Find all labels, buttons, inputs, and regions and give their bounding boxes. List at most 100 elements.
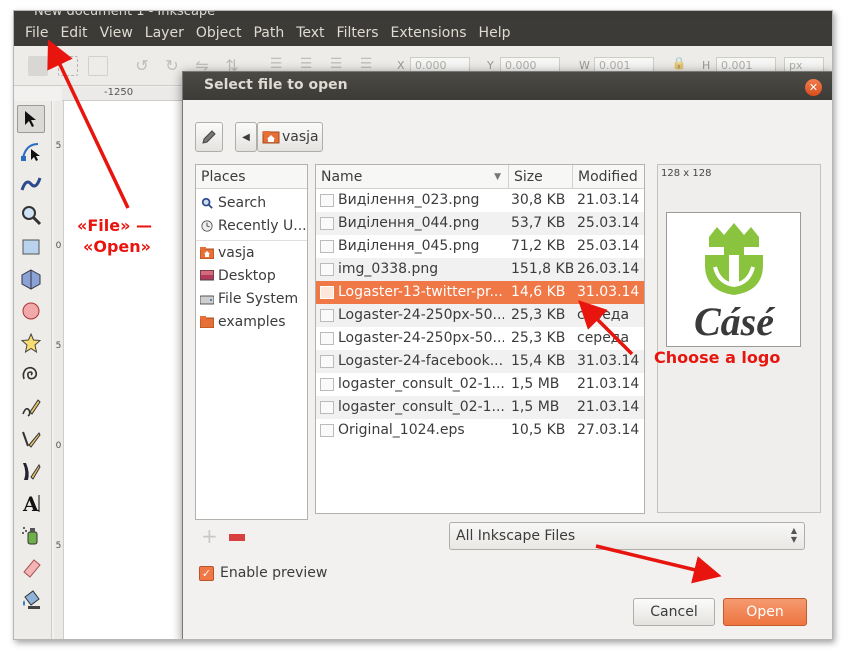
menu-help[interactable]: Help — [473, 20, 517, 46]
dialog-title: Select file to open — [204, 77, 348, 93]
dialog-titlebar: Select file to open ✕ — [183, 72, 832, 100]
text-tool-icon[interactable]: A — [17, 489, 45, 517]
pen-tool-icon[interactable] — [17, 425, 45, 453]
place-filesystem[interactable]: File System — [196, 288, 307, 311]
file-row[interactable]: logaster_consult_02-1... 1,5 MB 21.03.14 — [316, 396, 644, 419]
logo-image: Cásé — [694, 223, 775, 344]
file-row[interactable]: Виділення_045.png 71,2 KB 25.03.14 — [316, 235, 644, 258]
file-modified: 21.03.14 — [577, 192, 640, 208]
column-size-header[interactable]: Size — [509, 165, 573, 189]
menu-extensions[interactable]: Extensions — [385, 20, 473, 46]
file-row[interactable]: logaster_consult_02-1... 1,5 MB 21.03.14 — [316, 373, 644, 396]
pencil-tool-icon[interactable] — [17, 393, 45, 421]
file-row[interactable]: Logaster-24-250px-50... 25,3 KB середа — [316, 304, 644, 327]
tweak-tool-icon[interactable] — [17, 169, 45, 197]
file-row[interactable]: Logaster-24-facebook... 15,4 KB 31.03.14 — [316, 350, 644, 373]
file-size: 151,8 KB — [511, 261, 573, 277]
type-location-button[interactable] — [195, 122, 223, 152]
spray-tool-icon[interactable] — [17, 521, 45, 549]
place-search[interactable]: Search — [196, 192, 307, 215]
file-thumbnail-icon — [320, 286, 334, 299]
file-filter-select[interactable]: All Inkscape Files ▲ ▼ — [449, 522, 805, 550]
column-name-header[interactable]: Name ▼ — [316, 165, 509, 189]
rect-tool-icon[interactable] — [17, 233, 45, 261]
file-thumbnail-icon — [320, 194, 334, 207]
menu-text[interactable]: Text — [290, 20, 330, 46]
window-title: New document 1 - Inkscape — [34, 10, 216, 19]
file-modified: 21.03.14 — [577, 399, 640, 415]
file-name: Виділення_044.png — [338, 215, 480, 231]
file-row[interactable]: Logaster-13-twitter-pr... 14,6 KB 31.03.14 — [316, 281, 644, 304]
file-size: 53,7 KB — [511, 215, 566, 231]
ruler-mark: -1250 — [104, 87, 134, 98]
file-size: 1,5 MB — [511, 376, 560, 392]
close-icon[interactable]: ✕ — [805, 79, 822, 96]
file-name: Original_1024.eps — [338, 422, 465, 438]
file-name: Logaster-24-250px-50... — [338, 330, 504, 346]
remove-bookmark-icon[interactable] — [229, 534, 245, 541]
menu-object[interactable]: Object — [190, 20, 248, 46]
file-modified: 31.03.14 — [577, 353, 640, 369]
deselect-icon[interactable] — [88, 56, 108, 76]
places-divider — [196, 240, 307, 241]
file-size: 15,4 KB — [511, 353, 566, 369]
enable-preview-checkbox[interactable]: ✓ — [199, 566, 214, 581]
place-label: Search — [218, 195, 267, 211]
ellipse-tool-icon[interactable] — [17, 297, 45, 325]
menubar: File Edit View Layer Object Path Text Fi… — [14, 20, 832, 46]
zoom-tool-icon[interactable] — [17, 201, 45, 229]
rotate-ccw-icon[interactable]: ↺ — [132, 56, 152, 76]
rotate-cw-icon[interactable]: ↻ — [162, 56, 182, 76]
vertical-ruler: 5 0 5 0 5 — [54, 101, 64, 639]
place-desktop[interactable]: Desktop — [196, 265, 307, 288]
menu-file[interactable]: File — [19, 20, 54, 46]
eraser-tool-icon[interactable] — [17, 553, 45, 581]
path-button-home[interactable]: vasja — [257, 122, 323, 152]
node-tool-icon[interactable] — [17, 137, 45, 165]
file-row[interactable]: img_0338.png 151,8 KB 26.03.14 — [316, 258, 644, 281]
pencil-icon — [202, 130, 216, 144]
star-tool-icon[interactable] — [17, 329, 45, 357]
place-label: examples — [218, 314, 286, 330]
desktop-icon — [200, 270, 214, 281]
file-list: Name ▼ Size Modified Виділення_023.png 30… — [315, 164, 645, 514]
screenshot-stage: New document 1 - Inkscape File Edit View… — [0, 0, 848, 654]
spiral-tool-icon[interactable] — [17, 361, 45, 389]
places-panel: Places Search Recently U... vasja Deskto… — [195, 164, 308, 520]
place-home[interactable]: vasja — [196, 242, 307, 265]
open-button[interactable]: Open — [723, 598, 807, 626]
select-all-icon[interactable] — [28, 56, 48, 76]
place-examples[interactable]: examples — [196, 311, 307, 334]
3dbox-tool-icon[interactable] — [17, 265, 45, 293]
selector-tool-icon[interactable] — [17, 105, 45, 133]
vruler-mark: 0 — [55, 441, 62, 451]
file-thumbnail-icon — [320, 309, 334, 322]
file-row[interactable]: Logaster-24-250px-50... 25,3 KB середа — [316, 327, 644, 350]
logo-text: Cásé — [694, 299, 775, 344]
menu-view[interactable]: View — [94, 20, 139, 46]
file-row[interactable]: Original_1024.eps 10,5 KB 27.03.14 — [316, 419, 644, 442]
cancel-button[interactable]: Cancel — [633, 598, 715, 626]
file-name: logaster_consult_02-1... — [338, 376, 504, 392]
file-name: Виділення_045.png — [338, 238, 480, 254]
vruler-mark: 0 — [55, 241, 62, 251]
place-recent[interactable]: Recently U... — [196, 215, 307, 238]
calligraphy-tool-icon[interactable] — [17, 457, 45, 485]
path-back-button[interactable]: ◀ — [235, 122, 257, 152]
menu-edit[interactable]: Edit — [54, 20, 93, 46]
menu-layer[interactable]: Layer — [139, 20, 190, 46]
place-label: Desktop — [218, 268, 276, 284]
vruler-mark: 5 — [55, 341, 62, 351]
bucket-tool-icon[interactable] — [17, 585, 45, 613]
file-thumbnail-icon — [320, 240, 334, 253]
menu-path[interactable]: Path — [247, 20, 290, 46]
column-modified-header[interactable]: Modified — [573, 165, 644, 189]
vruler-mark: 5 — [55, 141, 62, 151]
file-modified: 27.03.14 — [577, 422, 640, 438]
file-size: 30,8 KB — [511, 192, 566, 208]
file-row[interactable]: Виділення_044.png 53,7 KB 25.03.14 — [316, 212, 644, 235]
add-bookmark-icon[interactable]: + — [201, 526, 218, 546]
select-all-layers-icon[interactable] — [58, 56, 78, 76]
menu-filters[interactable]: Filters — [331, 20, 385, 46]
file-row[interactable]: Виділення_023.png 30,8 KB 21.03.14 — [316, 189, 644, 212]
